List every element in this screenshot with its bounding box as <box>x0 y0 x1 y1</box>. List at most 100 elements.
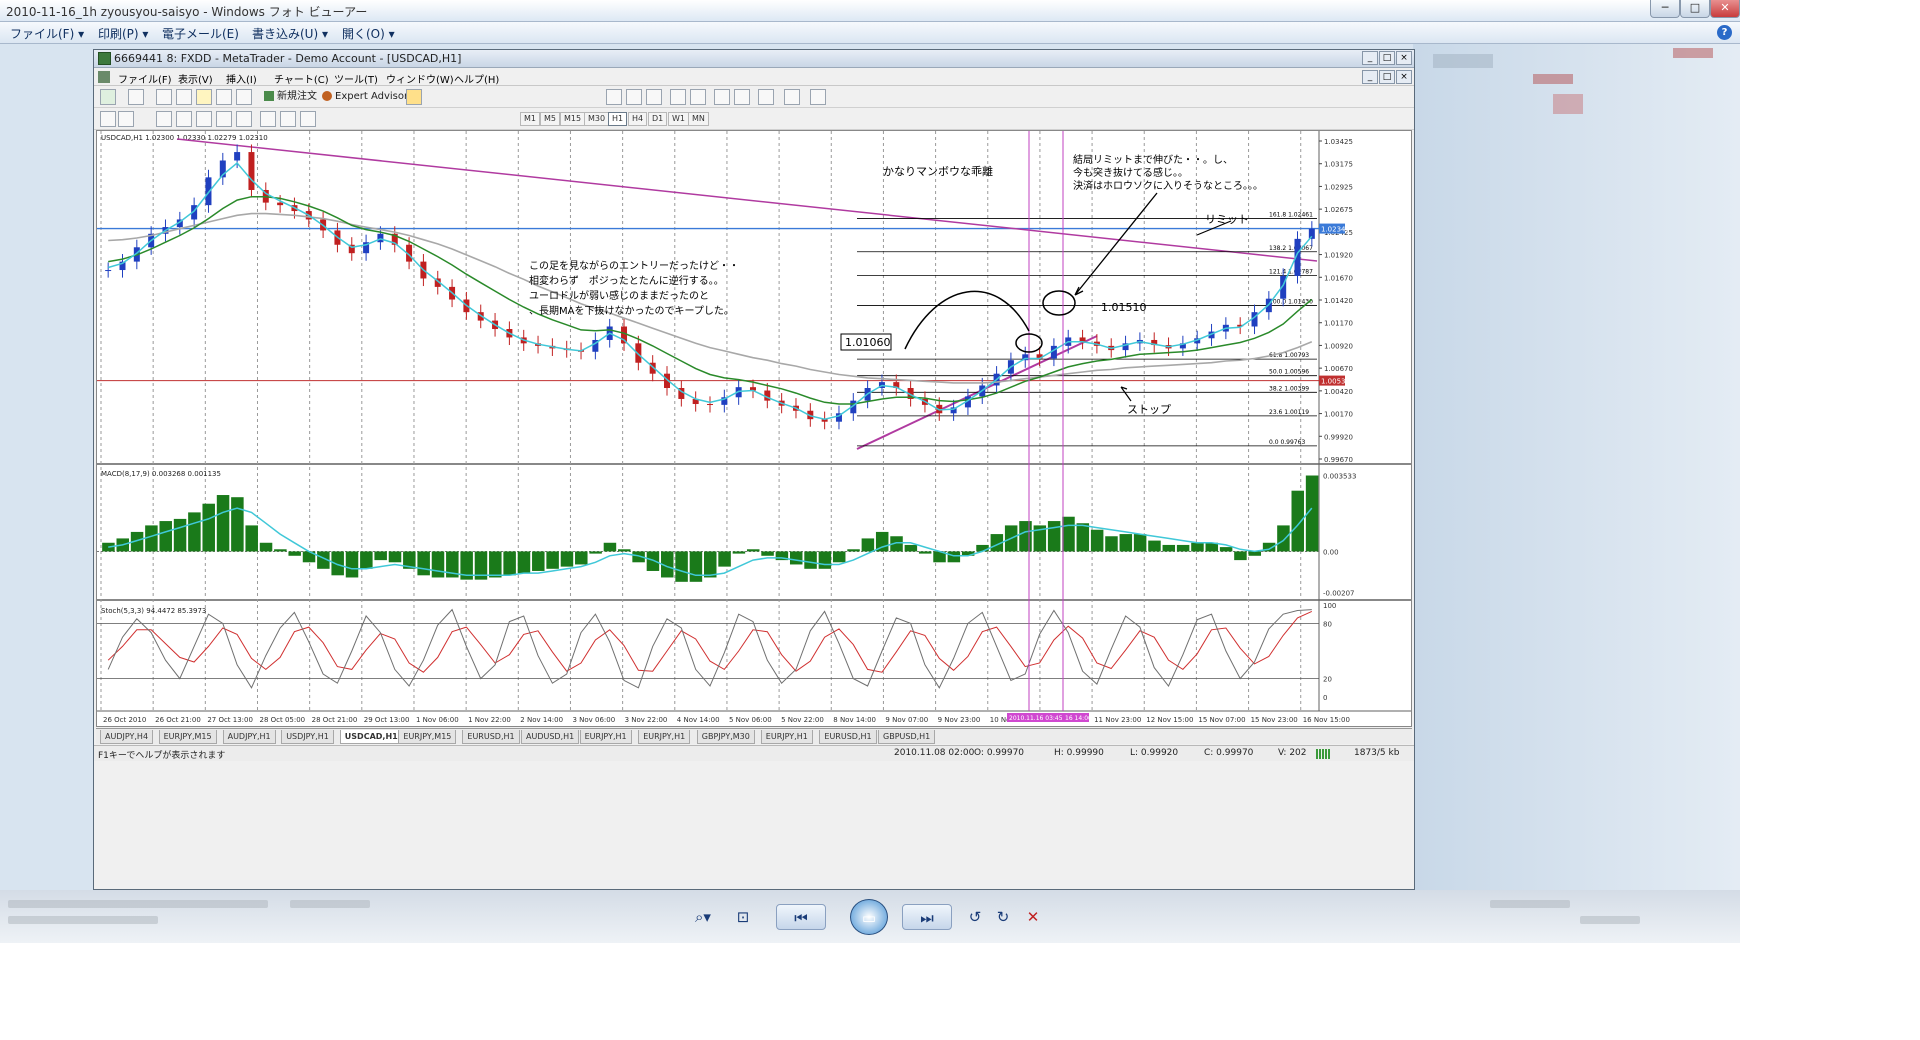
mt4-menu-file[interactable]: ファイル(F) <box>118 71 172 86</box>
symbol-tab[interactable]: EURUSD,H1 <box>819 730 877 744</box>
timeframe-mn[interactable]: MN <box>688 112 709 126</box>
vertical-line-icon[interactable] <box>156 111 172 127</box>
navigator-icon[interactable] <box>196 89 212 105</box>
fit-icon[interactable]: ⊡ <box>728 904 758 930</box>
macd-bar <box>947 551 961 563</box>
symbol-tab[interactable]: AUDJPY,H1 <box>222 730 276 744</box>
slideshow-icon[interactable]: ▭ <box>850 899 888 935</box>
expert-advisors-button[interactable]: Expert Advisors <box>318 89 417 105</box>
auto-scroll-icon[interactable] <box>714 89 730 105</box>
mt4-menu-view[interactable]: 表示(V) <box>178 71 213 86</box>
delete-icon[interactable]: ✕ <box>1018 904 1048 930</box>
mt4-menu-tools[interactable]: ツール(T) <box>334 71 378 86</box>
close-button[interactable]: ✕ <box>1710 0 1740 18</box>
chart-minimize-button[interactable]: _ <box>1362 70 1378 84</box>
chart-area[interactable]: 26 Oct 2010 26 Oct 21:00 27 Oct 13:00 28 Oc… <box>96 130 1412 727</box>
rotate-cw-icon[interactable]: ↻ <box>988 904 1018 930</box>
macd-bar <box>1090 529 1104 552</box>
line-chart-icon[interactable] <box>646 89 662 105</box>
zoom-out-icon[interactable] <box>690 89 706 105</box>
symbol-tab[interactable]: EURUSD,H1 <box>462 730 520 744</box>
indicators-icon[interactable] <box>758 89 774 105</box>
mt4-menu-chart[interactable]: チャート(C) <box>274 71 329 86</box>
timeframe-m5[interactable]: M5 <box>540 112 560 126</box>
y-tick-label: 1.00670 <box>1324 365 1353 373</box>
chart-restore-button[interactable]: □ <box>1379 70 1395 84</box>
templates-icon[interactable] <box>810 89 826 105</box>
mt4-menu-insert[interactable]: 挿入(I) <box>226 71 257 86</box>
timeframe-h4[interactable]: H4 <box>628 112 648 126</box>
candlestick-icon[interactable] <box>626 89 642 105</box>
strategy-tester-icon[interactable] <box>236 89 252 105</box>
mt4-menu-help[interactable]: ヘルプ(H) <box>454 71 499 86</box>
symbol-tab[interactable]: EURJPY,M15 <box>398 730 457 744</box>
timeframe-m15[interactable]: M15 <box>560 112 586 126</box>
fib-level-label: 61.8 1.00793 <box>1269 352 1309 359</box>
mt4-menu-window[interactable]: ウィンドウ(W) <box>386 71 454 86</box>
mt4-minimize-button[interactable]: _ <box>1362 51 1378 65</box>
menu-email[interactable]: 電子メール(E) <box>162 25 239 42</box>
menu-file[interactable]: ファイル(F) ▾ <box>10 25 84 42</box>
symbol-tab[interactable]: GBPUSD,H1 <box>878 730 936 744</box>
horizontal-line-icon[interactable] <box>176 111 192 127</box>
status-low: L: 0.99920 <box>1130 748 1179 758</box>
new-chart-icon[interactable] <box>100 89 116 105</box>
previous-icon[interactable]: ⏮ <box>776 904 826 930</box>
timeframe-m30[interactable]: M30 <box>584 112 610 126</box>
symbol-tab[interactable]: EURJPY,H1 <box>579 730 632 744</box>
symbol-tab[interactable]: USDJPY,H1 <box>281 730 334 744</box>
next-icon[interactable]: ⏭ <box>902 904 952 930</box>
timeframe-d1[interactable]: D1 <box>648 112 668 126</box>
timeframe-m1[interactable]: M1 <box>520 112 540 126</box>
status-close: C: 0.99970 <box>1204 748 1254 758</box>
macd-bar <box>818 551 832 569</box>
channel-icon[interactable] <box>216 111 232 127</box>
macd-bar <box>1162 544 1176 552</box>
symbol-tab[interactable]: EURJPY,M15 <box>158 730 217 744</box>
mt4-maximize-button[interactable]: □ <box>1379 51 1395 65</box>
x-tick-label: 26 Oct 21:00 <box>155 716 201 724</box>
symbol-tab[interactable]: GBPJPY,M30 <box>696 730 755 744</box>
symbol-tab[interactable]: AUDJPY,H4 <box>100 730 154 744</box>
macd-bar <box>861 538 875 552</box>
timeframe-w1[interactable]: W1 <box>668 112 689 126</box>
timeframe-h1[interactable]: H1 <box>608 112 628 126</box>
text-label-icon[interactable] <box>280 111 296 127</box>
macd-bar <box>288 551 301 556</box>
rotate-ccw-icon[interactable]: ↺ <box>960 904 990 930</box>
new-order-button[interactable]: 新規注文 <box>260 89 321 105</box>
mt4-close-button[interactable]: × <box>1396 51 1412 65</box>
bar-chart-icon[interactable] <box>606 89 622 105</box>
data-window-icon[interactable] <box>176 89 192 105</box>
periods-icon[interactable] <box>784 89 800 105</box>
symbol-tab[interactable]: EURJPY,H1 <box>760 730 813 744</box>
zoom-icon[interactable]: ⌕▾ <box>688 904 718 930</box>
autotrading-icon[interactable] <box>406 89 422 105</box>
zoom-in-icon[interactable] <box>670 89 686 105</box>
candle-body <box>105 270 112 272</box>
maximize-button[interactable]: □ <box>1680 0 1710 18</box>
symbol-tab[interactable]: AUDUSD,H1 <box>521 730 580 744</box>
terminal-icon[interactable] <box>216 89 232 105</box>
fibonacci-icon[interactable] <box>236 111 252 127</box>
status-traffic: 1873/5 kb <box>1354 748 1400 758</box>
trendline-icon[interactable] <box>196 111 212 127</box>
macd-bar <box>904 544 918 552</box>
arrows-icon[interactable] <box>300 111 316 127</box>
cursor-icon[interactable] <box>100 111 116 127</box>
minimize-button[interactable]: ─ <box>1650 0 1680 18</box>
symbol-tab[interactable]: USDCAD,H1 <box>339 730 403 744</box>
help-icon[interactable]: ? <box>1717 25 1732 40</box>
menu-open[interactable]: 開く(O) ▾ <box>342 25 395 42</box>
macd-bar <box>1019 521 1032 552</box>
symbol-tab[interactable]: EURJPY,H1 <box>638 730 691 744</box>
menu-print[interactable]: 印刷(P) ▾ <box>98 25 148 42</box>
crosshair-icon[interactable] <box>118 111 134 127</box>
profiles-icon[interactable] <box>128 89 144 105</box>
menu-burn[interactable]: 書き込み(U) ▾ <box>252 25 328 42</box>
chart-shift-icon[interactable] <box>734 89 750 105</box>
text-icon[interactable] <box>260 111 276 127</box>
chart-window-icon <box>98 71 110 83</box>
market-watch-icon[interactable] <box>156 89 172 105</box>
chart-close-button[interactable]: × <box>1396 70 1412 84</box>
